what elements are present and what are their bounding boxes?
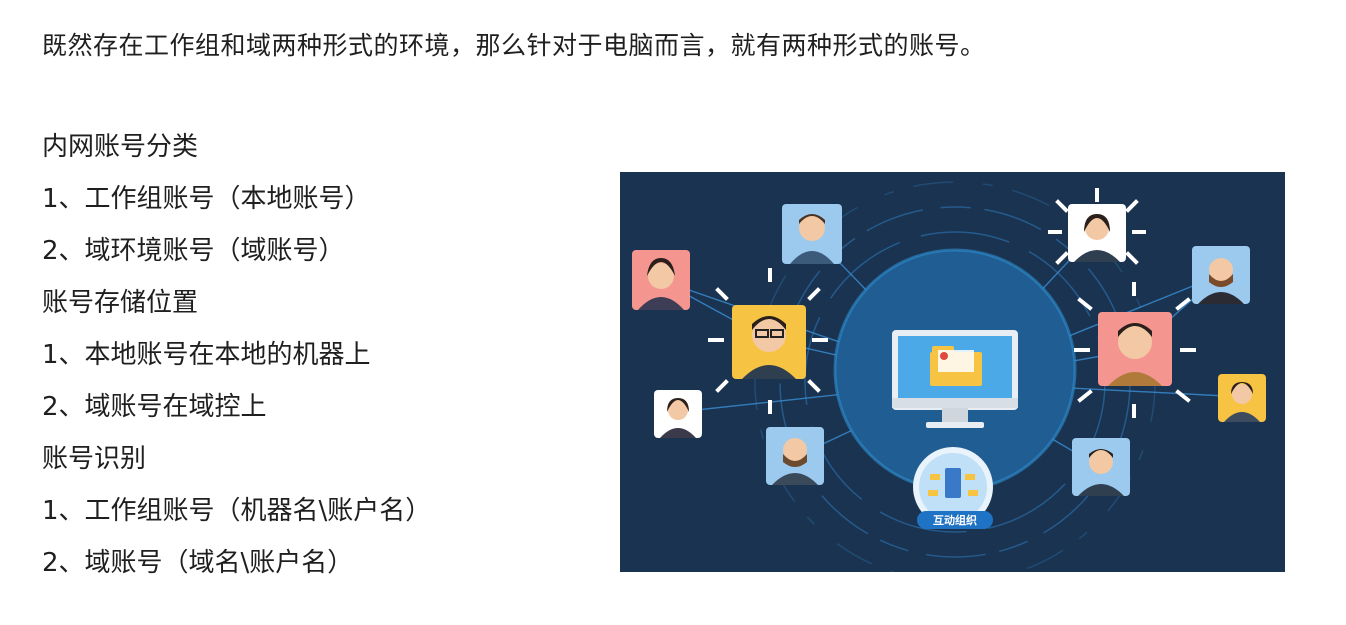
outline-heading: 账号识别	[42, 444, 147, 474]
outline-heading: 账号存储位置	[42, 288, 199, 318]
outline-item: 1、本地账号在本地的机器上	[42, 340, 371, 370]
outline-item: 2、域账号（域名\账户名）	[42, 548, 354, 578]
outline-item: 1、工作组账号（本地账号）	[42, 184, 371, 214]
account-outline: 内网账号分类 1、工作组账号（本地账号） 2、域环境账号（域账号） 账号存储位置…	[42, 129, 431, 597]
outline-heading: 内网账号分类	[42, 132, 199, 162]
outline-item: 2、域账号在域控上	[42, 392, 267, 422]
organization-badge: 互动组织	[913, 447, 993, 529]
outline-item: 1、工作组账号（机器名\账户名）	[42, 496, 432, 526]
network-illustration-svg: 互动组织	[620, 172, 1285, 572]
outline-item: 2、域环境账号（域账号）	[42, 236, 345, 266]
network-illustration: 互动组织	[620, 172, 1285, 572]
intro-paragraph: 既然存在工作组和域两种形式的环境，那么针对于电脑而言，就有两种形式的账号。	[42, 31, 986, 60]
badge-label: 互动组织	[933, 513, 977, 527]
